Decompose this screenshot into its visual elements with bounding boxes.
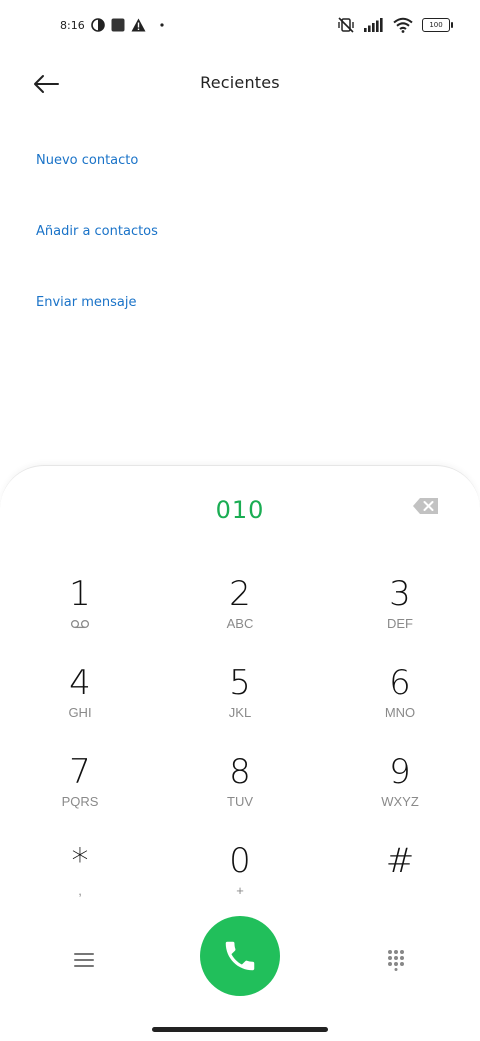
status-left: 8:16: [60, 18, 166, 32]
key-2[interactable]: 2 ABC: [180, 574, 300, 654]
key-7[interactable]: 7 PQRS: [20, 752, 140, 832]
key-0[interactable]: 0 +: [180, 841, 300, 921]
phone-icon: [225, 941, 255, 971]
square-notification-icon: [111, 18, 125, 32]
key-letters: JKL: [228, 705, 252, 720]
wifi-icon: [393, 17, 413, 33]
page-title: Recientes: [200, 73, 280, 92]
key-digit: 3: [389, 574, 411, 614]
voicemail-icon: [70, 619, 90, 629]
key-hash[interactable]: #: [340, 841, 460, 921]
backspace-icon: [413, 498, 438, 514]
send-message-link[interactable]: Enviar mensaje: [36, 295, 136, 310]
key-4[interactable]: 4 GHI: [20, 663, 140, 743]
key-digit: 9: [389, 752, 411, 792]
key-digit: 8: [229, 752, 251, 792]
status-time: 8:16: [60, 18, 85, 32]
key-letters: TUV: [227, 794, 253, 809]
key-letters: GHI: [68, 705, 92, 720]
new-contact-link[interactable]: Nuevo contacto: [36, 153, 138, 168]
warning-icon: [131, 18, 146, 32]
home-indicator[interactable]: [152, 1027, 328, 1032]
key-digit: 5: [229, 663, 251, 703]
signal-icon: [364, 18, 383, 32]
dot-icon: [160, 23, 164, 27]
key-9[interactable]: 9 WXYZ: [340, 752, 460, 832]
battery-icon: 100: [422, 18, 453, 32]
key-letters: PQRS: [61, 794, 99, 809]
dialpad-icon: [388, 950, 404, 971]
key-digit: 7: [69, 752, 91, 792]
status-bar: 8:16 100: [0, 0, 480, 56]
key-star[interactable]: * ,: [20, 841, 140, 921]
key-letters: DEF: [387, 616, 413, 631]
status-right: 100: [337, 16, 453, 34]
key-letters: ABC: [226, 616, 254, 631]
key-letters: MNO: [384, 705, 416, 720]
key-digit: #: [385, 841, 415, 881]
call-button[interactable]: [200, 916, 280, 996]
top-bar: Recientes: [0, 56, 480, 112]
key-digit: 6: [389, 663, 411, 703]
key-5[interactable]: 5 JKL: [180, 663, 300, 743]
menu-button[interactable]: [64, 940, 104, 980]
keypad-toggle-button[interactable]: [376, 940, 416, 980]
key-digit: 4: [69, 663, 91, 703]
key-1[interactable]: 1: [20, 574, 140, 654]
key-digit: 0: [229, 841, 251, 881]
key-8[interactable]: 8 TUV: [180, 752, 300, 832]
menu-icon: [74, 953, 94, 967]
key-digit: 2: [229, 574, 251, 614]
battery-level: 100: [429, 21, 443, 29]
key-letters: +: [236, 883, 244, 898]
dialed-number: 010: [215, 496, 265, 524]
add-to-contacts-link[interactable]: Añadir a contactos: [36, 224, 158, 239]
dialer-panel: 010 1 2 ABC 3 DEF 4 GHI 5 JKL 6 MNO 7 PQ…: [0, 465, 480, 1041]
key-digit: 1: [69, 574, 91, 614]
backspace-button[interactable]: [412, 496, 442, 518]
key-letters: ,: [78, 883, 82, 898]
key-6[interactable]: 6 MNO: [340, 663, 460, 743]
dialer-actions: [0, 916, 480, 996]
key-3[interactable]: 3 DEF: [340, 574, 460, 654]
vibrate-off-icon: [338, 17, 354, 33]
data-saver-icon: [90, 18, 105, 32]
key-digit: *: [71, 841, 89, 881]
key-letters: WXYZ: [381, 794, 419, 809]
